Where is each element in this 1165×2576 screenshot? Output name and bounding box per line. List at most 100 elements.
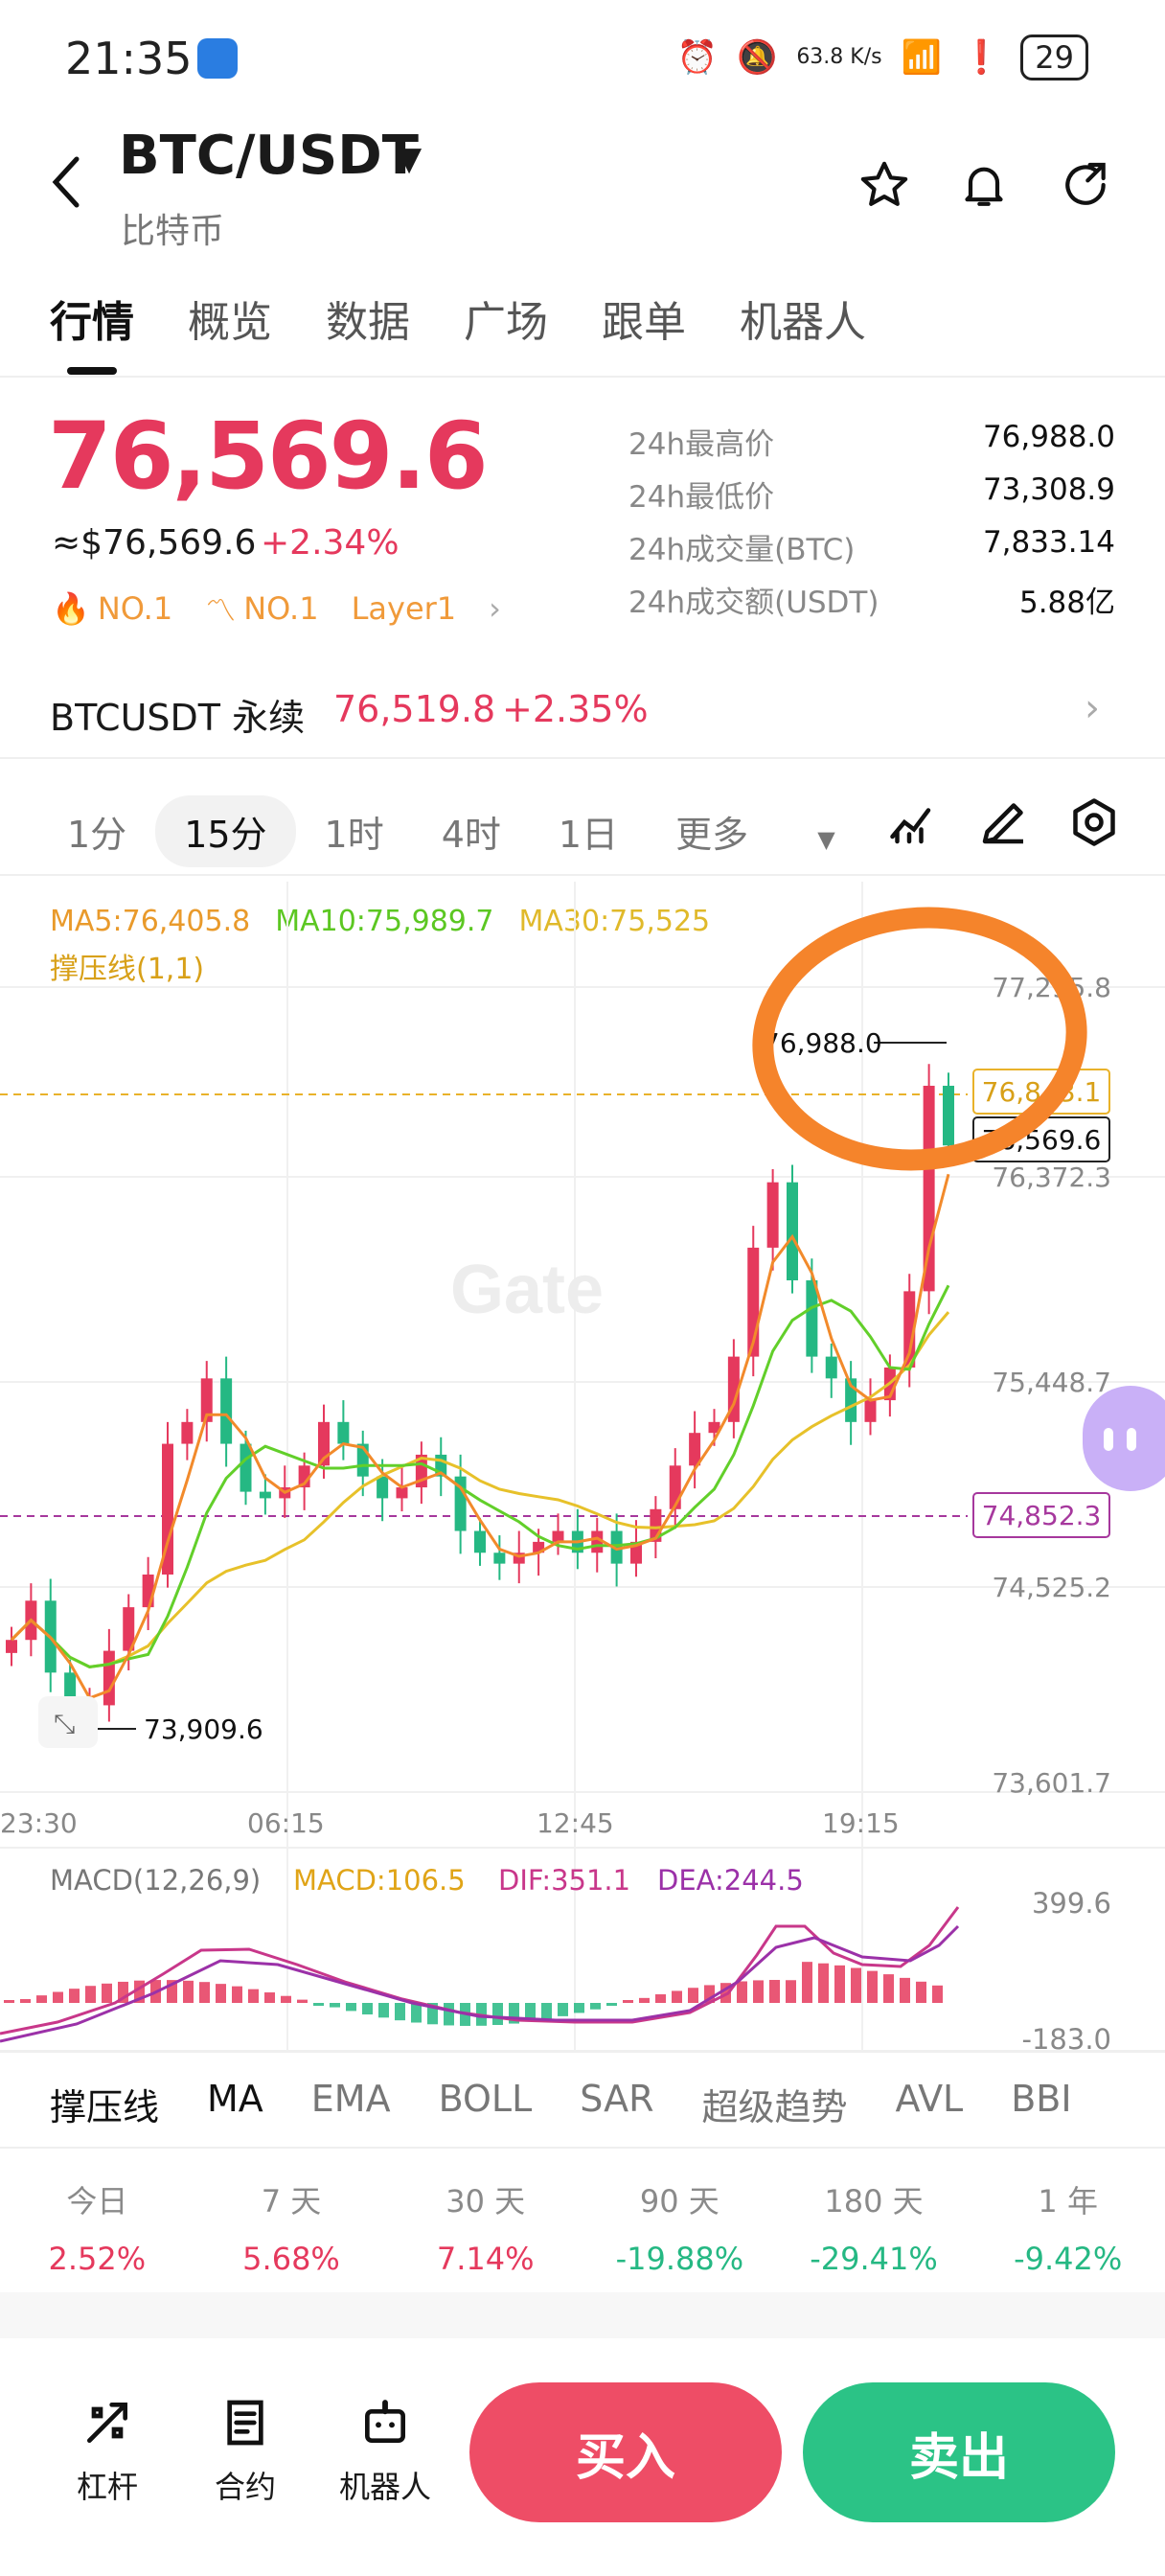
macd-bar [199,1982,210,2003]
assistant-bubble[interactable] [1083,1386,1165,1491]
macd-bar [378,2003,389,2018]
ind-ma[interactable]: MA [207,2078,263,2130]
tab-data[interactable]: 数据 [326,288,410,349]
ind-avl[interactable]: AVL [896,2078,964,2130]
sector-tag[interactable]: Layer1 [352,590,457,627]
macd-bar [916,1981,926,2003]
macd-bar [4,2000,14,2003]
ind-boll[interactable]: BOLL [439,2078,533,2130]
cap-rank[interactable]: 〽 NO.1 [205,586,318,631]
share-icon[interactable] [1052,151,1119,218]
macd-bar [655,1994,666,2003]
perp-label[interactable]: BTCUSDT 永续 [50,688,305,741]
interval-1d[interactable]: 1日 [559,805,618,858]
ind-ema[interactable]: EMA [311,2078,391,2130]
chevron-right-icon[interactable]: › [1085,686,1100,730]
tab-market[interactable]: 行情 [50,288,134,349]
macd-bar [786,1980,796,2003]
bot-label: 机器人 [338,2469,431,2505]
macd-bar [688,1988,698,2003]
candle-body [181,1421,194,1444]
candle-body [240,1443,252,1492]
hot-rank[interactable]: 🔥 NO.1 [52,590,172,627]
ind-sar[interactable]: SAR [580,2078,653,2130]
dif-line [0,1906,960,2036]
period-value: -19.88% [615,2241,744,2277]
macd-bar [851,1967,861,2003]
net-speed: 63.8 K/s [796,45,882,69]
bot-button[interactable]: 机器人 [328,2392,443,2507]
ind-supertrend[interactable]: 超级趋势 [701,2078,847,2130]
x-tick: 06:15 [247,1807,325,1839]
divider [0,2051,1165,2053]
macd-bar [346,2003,356,2012]
period-item: 1 年 -9.42% [971,2177,1165,2277]
stats-panel: 24h最高价 76,988.0 24h最低价 73,308.9 24h成交量(BTC… [628,420,1115,631]
last-price: 76,569.6 [48,402,489,510]
back-button[interactable] [48,153,86,226]
macd-bar [216,1984,226,2003]
interval-15m[interactable]: 15分 [155,795,296,867]
draw-pencil-icon[interactable] [975,794,1033,851]
candle-body [552,1530,564,1542]
high-label: 76,988.0 [763,1027,882,1059]
rank-row[interactable]: 🔥 NO.1 〽 NO.1 Layer1 › [52,586,501,631]
mute-icon: 🔕 [736,38,778,77]
usd-price: ≈$76,569.6 [52,523,257,563]
bell-icon[interactable] [950,151,1017,218]
macd-bar [639,1997,650,2003]
status-time: 21:35 [65,33,193,84]
period-returns: 今日 2.52% 7 天 5.68% 30 天 7.14% 90 天 -19.88% 1… [0,2177,1165,2277]
candle-body [6,1640,17,1653]
indicator-icon[interactable] [885,794,943,851]
macd-bar [85,1986,96,2003]
interval-more[interactable]: 更多 ▼ [675,805,893,858]
candle-body [943,1085,954,1146]
macd-bar [900,1977,910,2003]
interval-4h[interactable]: 4时 [442,805,501,858]
perp-price: 76,519.8 [333,688,496,730]
macd-bar [590,2003,601,2010]
tab-bots[interactable]: 机器人 [740,288,866,349]
section-gap [0,2292,1165,2340]
macd-bar [558,2003,568,2016]
tab-square[interactable]: 广场 [464,288,548,349]
favorite-star-icon[interactable] [851,151,918,218]
futures-button[interactable]: 合约 [188,2392,303,2507]
robot-icon [365,2400,405,2443]
macd-bar [444,2003,454,2026]
candlestick-chart[interactable]: Gate 77,295.8 76,372.3 75,448.7 74,525.2… [0,882,1165,2060]
pair-subtitle: 比特币 [121,212,225,251]
period-value: -9.42% [1014,2241,1123,2277]
caret-down-icon[interactable]: ▼ [397,140,422,178]
stat-label: 24h最低价 [628,480,775,515]
settings-hex-icon[interactable] [1065,794,1123,851]
pair-title[interactable]: BTC/USDT [119,125,419,187]
tab-overview[interactable]: 概览 [188,288,272,349]
wifi-icon: 📶 [901,38,942,77]
period-label: 180 天 [824,2183,924,2220]
candle-body [396,1487,408,1499]
status-icons: ⏰ 🔕 63.8 K/s 📶 ❗ 29 [677,34,1088,80]
support-level-tag: 74,852.3 [982,1500,1102,1531]
interval-1h[interactable]: 1时 [325,805,384,858]
macd-bar [672,1990,682,2003]
contract-icon [227,2400,263,2446]
divider [0,874,1165,876]
y-tick: 75,448.7 [992,1367,1111,1398]
y-tick: 73,601.7 [992,1767,1111,1799]
buy-button[interactable]: 买入 [469,2382,782,2522]
macd-bar [20,1999,31,2003]
chevron-left-icon [52,156,80,208]
divider [0,2147,1165,2149]
tab-underline [67,367,117,375]
ind-support[interactable]: 撑压线 [50,2078,159,2130]
x-tick: 23:30 [0,1807,78,1839]
macd-bar [802,1962,812,2003]
interval-1m[interactable]: 1分 [67,805,126,858]
sell-button[interactable]: 卖出 [803,2382,1115,2522]
ind-bbi[interactable]: BBI [1011,2078,1071,2130]
leverage-button[interactable]: 杠杆 [50,2392,165,2507]
candle-body [787,1182,798,1281]
tab-copy-trade[interactable]: 跟单 [602,288,686,349]
